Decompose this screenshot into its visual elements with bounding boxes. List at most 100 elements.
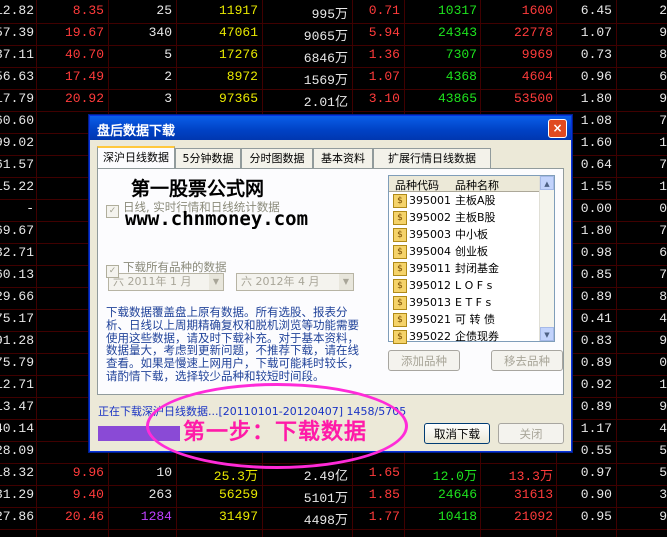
table-cell: 43865 [437,91,477,106]
table-cell: 32.71 [0,245,34,260]
tab-daily[interactable]: 深沪日线数据 [97,146,175,170]
step-callout: 第一步：下载数据 [183,419,368,445]
table-cell: 263 [148,487,172,502]
list-item-name: L O F s [455,279,493,292]
table-cell: 4368 [445,69,477,84]
dialog-titlebar[interactable]: 盘后数据下载 × [90,116,571,140]
dialog-title: 盘后数据下载 [97,124,176,139]
table-cell: 0.89 [580,289,612,304]
table-cell: 1.80 [580,91,612,106]
category-list[interactable]: 品种代码 品种名称 $395001 主板A股 $395002 主板B股 $395003 中… [388,175,555,345]
remove-item-button[interactable]: 移去品种 [491,350,563,371]
table-cell: 21092 [513,509,553,524]
chevron-down-icon[interactable]: ▼ [339,274,353,290]
cancel-download-button[interactable]: 取消下载 [424,423,490,444]
list-item-code: 395012 [409,279,451,292]
table-cell: 25 [156,3,172,18]
checkbox-daily[interactable]: ✓ [106,205,119,218]
table-row[interactable]: 57.39 19.67 340 47061 9065万 5.94 24343 22778 1.0… [0,23,667,46]
list-item-name: 封闭基金 [455,262,499,275]
list-scrollbar[interactable]: ▲ ▼ [539,176,554,341]
table-cell: 17.79 [0,91,34,106]
table-row[interactable]: 31.29 9.40 263 56259 5101万 1.85 24646 31613 0.90… [0,485,667,508]
table-row[interactable]: 37.11 40.70 5 17276 6846万 1.36 7307 9969 0.73 8 [0,45,667,68]
table-cell: 60.60 [0,113,34,128]
list-item[interactable]: $395013 E T F s [389,294,539,311]
add-item-button[interactable]: 添加品种 [388,350,460,371]
tab-basic-info[interactable]: 基本资料 [313,148,373,168]
scroll-up-icon[interactable]: ▲ [540,176,554,190]
table-cell: 37.11 [0,47,34,62]
description-text: 下载数据覆盖盘上原有数据。所有选股、报表分析、日线以上周期精确复权和脱机浏览等功… [106,305,359,383]
tab-pane: ✓ 日线, 实时行情和日线统计数据 六 2011年 1 月 ▼ 六 2012年 4… [97,168,564,395]
tab-5min[interactable]: 5分钟数据 [175,148,241,168]
table-cell: 60.13 [0,267,34,282]
list-item[interactable]: $395012 L O F s [389,277,539,294]
date-to-picker[interactable]: 六 2012年 4 月 ▼ [236,273,354,291]
table-cell: 8 [659,47,667,62]
table-cell: 9 [659,91,667,106]
date-to-value: 六 2012年 4 月 [241,275,320,288]
table-cell: 4 [659,311,667,326]
table-cell: 0 [659,355,667,370]
table-row[interactable]: 17.79 20.92 3 97365 2.01亿 3.10 43865 53500 1.80 9 [0,89,667,112]
table-row[interactable]: 18.329.961025.3万2.49亿1.6512.0万13.3万0.975 [0,463,667,486]
table-cell: 12.0万 [432,469,477,484]
table-cell: 6 [659,69,667,84]
list-item-name: 主板B股 [455,211,496,224]
table-cell: 9 [659,333,667,348]
table-cell: 995万 [311,7,348,22]
tab-extended-daily[interactable]: 扩展行情日线数据 [373,148,491,168]
table-cell: 1.65 [368,465,400,480]
table-cell: 56.63 [0,69,34,84]
list-item[interactable]: $395003 中小板 [389,226,539,243]
list-item[interactable]: $395021 可 转 债 [389,311,539,328]
table-cell: 0.95 [580,509,612,524]
list-item[interactable]: $395001 主板A股 [389,192,539,209]
list-item-name: E T F s [455,296,492,309]
table-cell: 17276 [218,47,258,62]
table-cell: 7 [659,267,667,282]
table-cell: 31613 [513,487,553,502]
table-cell: 8972 [226,69,258,84]
table-cell: 53500 [513,91,553,106]
list-item-code: 395001 [409,194,451,207]
table-cell: 13.47 [0,399,34,414]
table-cell: 40.14 [0,421,34,436]
table-cell: 9.40 [72,487,104,502]
list-header-code[interactable]: 品种代码 [395,177,439,193]
table-cell: 40.70 [64,47,104,62]
list-header-name[interactable]: 品种名称 [455,177,499,193]
all-items-checkbox[interactable]: ✓ 下载所有品种的数据 [106,259,227,278]
table-cell: 0.89 [580,399,612,414]
all-items-checkbox-label: 下载所有品种的数据 [123,260,227,274]
tab-timeshare[interactable]: 分时图数据 [241,148,313,168]
table-cell: 3 [659,487,667,502]
table-cell: 61.57 [0,157,34,172]
table-cell: 91.28 [0,333,34,348]
table-cell: 10317 [437,3,477,18]
table-row[interactable]: 27.86 20.46 1284 31497 4498万 1.77 10418 21092 0.… [0,507,667,530]
table-cell: 7 [659,157,667,172]
table-cell: 12.82 [0,3,34,18]
close-icon[interactable]: × [548,119,567,138]
table-row[interactable]: 12.82 8.35 25 11917 995万 0.71 10317 1600 6.45 2 [0,1,667,24]
table-cell: 0.96 [580,69,612,84]
table-cell: 75.17 [0,311,34,326]
security-icon: $ [393,262,407,276]
list-item-code: 395003 [409,228,451,241]
scroll-down-icon[interactable]: ▼ [540,327,554,341]
checkbox-all[interactable]: ✓ [106,265,119,278]
list-item[interactable]: $395022 企债现券 [389,328,539,345]
table-cell: 1.07 [580,25,612,40]
list-item[interactable]: $395004 创业板 [389,243,539,260]
close-button[interactable]: 关闭 [498,423,564,444]
table-cell: 22778 [513,25,553,40]
table-cell: 31.29 [0,487,34,502]
table-row[interactable]: 56.63 17.49 2 8972 1569万 1.07 4368 4604 0.96 6 [0,67,667,90]
list-header: 品种代码 品种名称 [389,176,539,192]
list-item[interactable]: $395011 封闭基金 [389,260,539,277]
list-item[interactable]: $395002 主板B股 [389,209,539,226]
table-cell: 0.98 [580,245,612,260]
table-cell: 31497 [218,509,258,524]
